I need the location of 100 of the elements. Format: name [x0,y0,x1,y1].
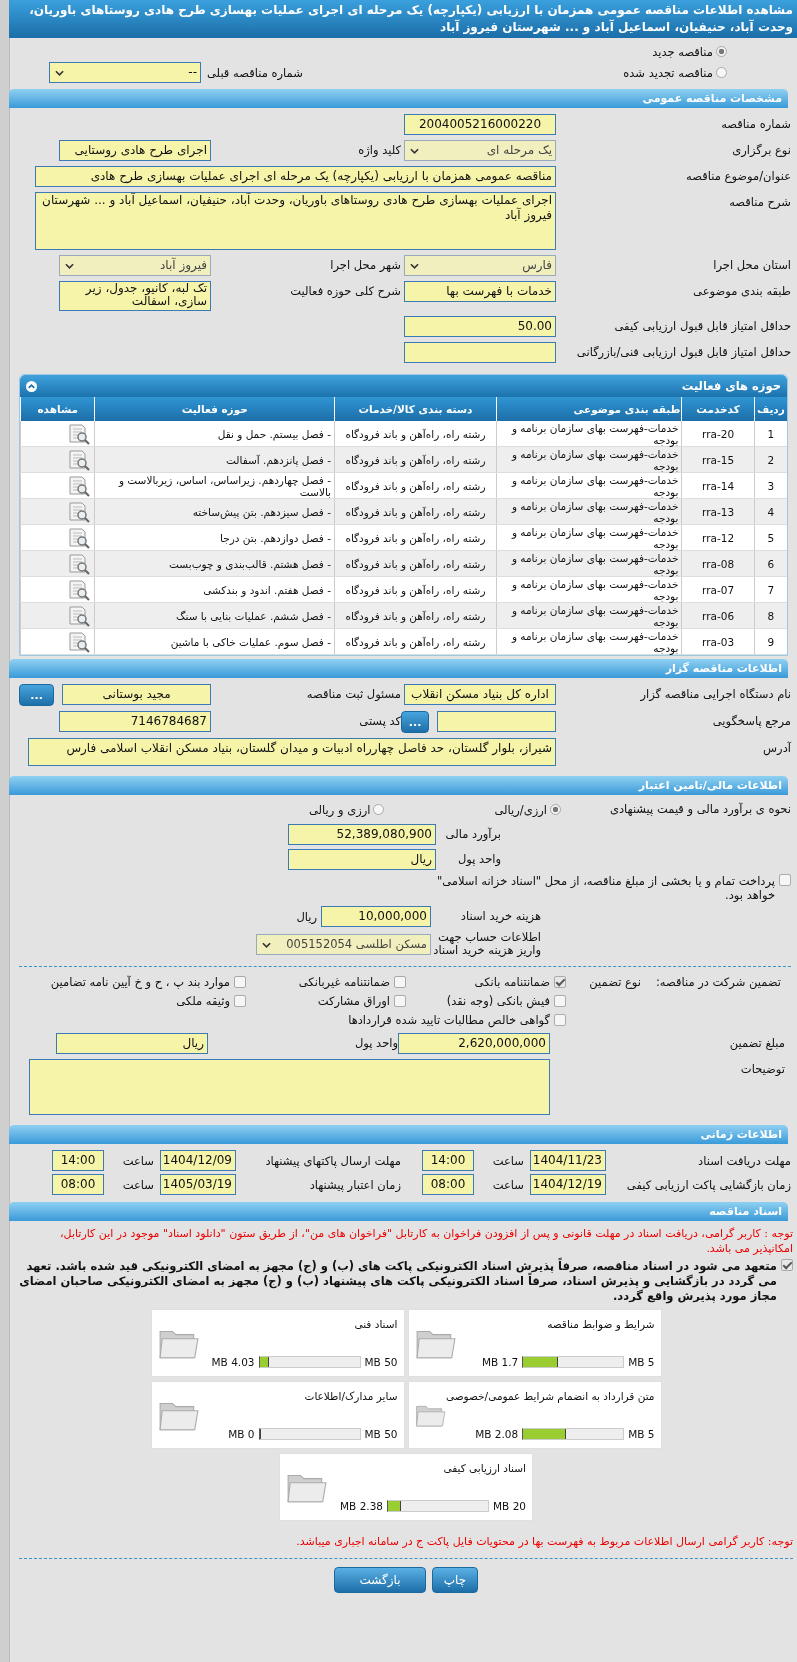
table-cell: 4 [754,498,787,525]
table-cell: rra-13 [681,498,755,525]
table-cell: رشته راه، راه‌آهن و باند فرودگاه [334,550,497,577]
table-cell: خدمات-فهرست بهای سازمان برنامه و بودجه [496,602,682,629]
view-document-icon[interactable] [67,630,92,653]
radio-button[interactable] [550,804,561,815]
field-label: مسئول ثبت مناقصه [305,686,401,703]
text-field[interactable]: اداره کل بنیاد مسکن انقلاب [404,684,556,705]
text-field[interactable] [437,711,556,732]
radio-button[interactable] [716,46,727,57]
table-cell: خدمات-فهرست بهای سازمان برنامه و بودجه [496,550,682,577]
time-field[interactable]: 14:00 [52,1150,104,1171]
view-document-icon[interactable] [67,422,92,445]
notes-field[interactable] [29,1059,550,1115]
field-label: کلید واژه [357,142,401,159]
select-field[interactable]: مسکن اطلسی 005152054 [256,933,431,955]
checkbox[interactable] [779,874,791,886]
size-limit: 50 MB [364,1356,398,1368]
checkbox[interactable] [394,995,406,1007]
field-label: ساعت [491,1153,525,1168]
field-label: حداقل امتیاز قابل قبول ارزیابی کیفی [613,318,791,335]
table-cell: خدمات-فهرست بهای سازمان برنامه و بودجه [496,628,682,655]
field-label: واحد پول [353,1035,398,1052]
text-field[interactable]: اجرای عملیات بهسازی طرح هادی روستاهای باوریان، وحدت آباد، حنیفیان، اسماعیل آباد و ... شهرستان فیروز آباد [35,192,556,250]
text-field[interactable]: 2004005216000220 [404,114,556,135]
browse-button[interactable]: ... [19,684,55,706]
back-button[interactable]: بازگشت [334,1567,426,1593]
text-field[interactable]: 2,620,000,000 [398,1033,550,1054]
radio-button[interactable] [373,804,385,815]
radio-label: مناقصه تجدید شده [623,65,713,80]
date-field[interactable]: 1404/12/09 [160,1150,236,1171]
table-cell: - فصل سیزدهم. بتن پیش‌ساخته [95,498,335,525]
text-field[interactable] [404,342,556,363]
table-cell: - فصل ششم. عملیات بنایی با سنگ [95,602,335,629]
section-header: مشخصات مناقصه عمومی [9,89,788,108]
date-field[interactable]: 1404/11/23 [530,1150,606,1171]
checkbox[interactable] [394,976,406,988]
checkbox[interactable] [554,976,566,988]
checkbox-label: وثیقه ملکی [176,994,230,1008]
checkbox[interactable] [234,976,246,988]
field-label: اطلاعات حساب جهت واریز هزینه خرید اسناد [432,931,541,957]
collapse-icon[interactable] [26,380,37,392]
table-cell: - فصل هشتم. قالب‌بندی و چوب‌بست [95,550,335,577]
browse-button[interactable]: ... [401,711,430,733]
text-field[interactable]: مناقصه عمومی همزمان با ارزیابی (یکپارچه) یک مرحله ای اجرای عملیات بهسازی طرح هادی [35,166,556,187]
view-document-icon[interactable] [67,500,92,523]
commitment-text: متعهد می شود در اسناد مناقصه، صرفاً پذیرش اسناد الکترونیکی پاکت های (ب) و (ج) مجهز به امضای الکترونیکی قید شده باشد. تعهد می گردد در بازگشایی و پذیرش اسناد، صرفاً اسناد الکترونیکی پاکت های پیشنهاد (ب) و (ج) مجهز به امضای الکترونیکی صاحبان امضای مجاز مورد پذیرش واقع گردد. [19,1259,777,1304]
view-document-icon[interactable] [67,578,92,601]
table-cell: رشته راه، راه‌آهن و باند فرودگاه [334,576,497,603]
text-field[interactable]: خدمات با فهرست بها [404,281,556,302]
table-cell: 7 [754,576,787,603]
view-document-icon[interactable] [67,552,92,575]
text-field[interactable]: 7146784687 [59,711,211,732]
chevron-icon [262,941,271,948]
view-document-icon[interactable] [67,474,92,497]
field-label: طبقه بندی موضوعی [692,283,791,300]
date-field[interactable]: 1405/03/19 [160,1174,236,1195]
checkbox[interactable] [554,995,566,1007]
column-header: مشاهده [20,397,95,421]
date-field[interactable]: 1404/12/19 [530,1174,606,1195]
notice-text: توجه : کاربر گرامی، دریافت اسناد در مهلت قانونی و پس از افزودن فراخوان به کارتابل "فراخوان های من"، از طریق ستون "دانلود اسناد" موجود در این کارتابل، امکانپذیر می باشد. [59,1226,793,1256]
table-cell: rra-06 [681,602,755,629]
text-field[interactable]: 52,389,080,900 [288,824,436,845]
table-cell: 1 [754,421,787,447]
field-label: استان محل اجرا [712,257,791,274]
text-field[interactable]: 10,000,000 [321,906,431,927]
text-field[interactable]: ریال [288,849,436,870]
table-cell: رشته راه، راه‌آهن و باند فرودگاه [334,446,497,473]
field-label: شماره مناقصه قبلی [207,65,303,80]
field-label: شرح کلی حوزه فعالیت [289,283,401,300]
time-field[interactable]: 08:00 [422,1174,474,1195]
field-label: نوع تضمین [588,975,641,989]
field-label: تضمین شرکت در مناقصه: [654,975,781,989]
field-label: مرجع پاسخگویی [711,713,791,730]
text-field[interactable]: اجرای طرح هادی روستایی [59,140,211,161]
column-header: دسته بندی کالا/خدمات [334,397,497,421]
size-used: 4.03 MB [211,1356,255,1368]
text-field[interactable]: 50.00 [404,316,556,337]
checkbox[interactable] [781,1259,793,1271]
print-button[interactable]: چاپ [432,1567,478,1593]
checkbox-label: موارد بند پ ، ح و خ آیین نامه تضامین [50,975,230,989]
view-document-icon[interactable] [67,448,92,471]
checkbox[interactable] [554,1014,566,1026]
time-field[interactable]: 08:00 [52,1174,104,1195]
text-field[interactable]: شیراز، بلوار گلستان، حد فاصل چهارراه ادبیات و میدان گلستان، بنیاد مسکن انقلاب اسلامی فارس [28,738,556,766]
table-cell: - فصل سوم. عملیات خاکی با ماشین [95,628,335,655]
table-cell: خدمات-فهرست بهای سازمان برنامه و بودجه [496,472,682,499]
table-cell: رشته راه، راه‌آهن و باند فرودگاه [334,472,497,499]
checkbox[interactable] [234,995,246,1007]
unit-label: ریال [296,909,317,924]
view-document-icon[interactable] [67,526,92,549]
time-field[interactable]: 14:00 [422,1150,474,1171]
table-cell: رشته راه، راه‌آهن و باند فرودگاه [334,602,497,629]
text-field[interactable]: مجید بوستانی [62,684,211,705]
text-field[interactable]: ریال [56,1033,208,1054]
select-field[interactable]: -- [49,62,201,83]
view-document-icon[interactable] [67,604,92,627]
table-cell: رشته راه، راه‌آهن و باند فرودگاه [334,524,497,551]
radio-button[interactable] [716,67,727,78]
text-field[interactable]: تک لبه، کانیو، جدول، زیر سازی، اسفالت [59,281,211,311]
